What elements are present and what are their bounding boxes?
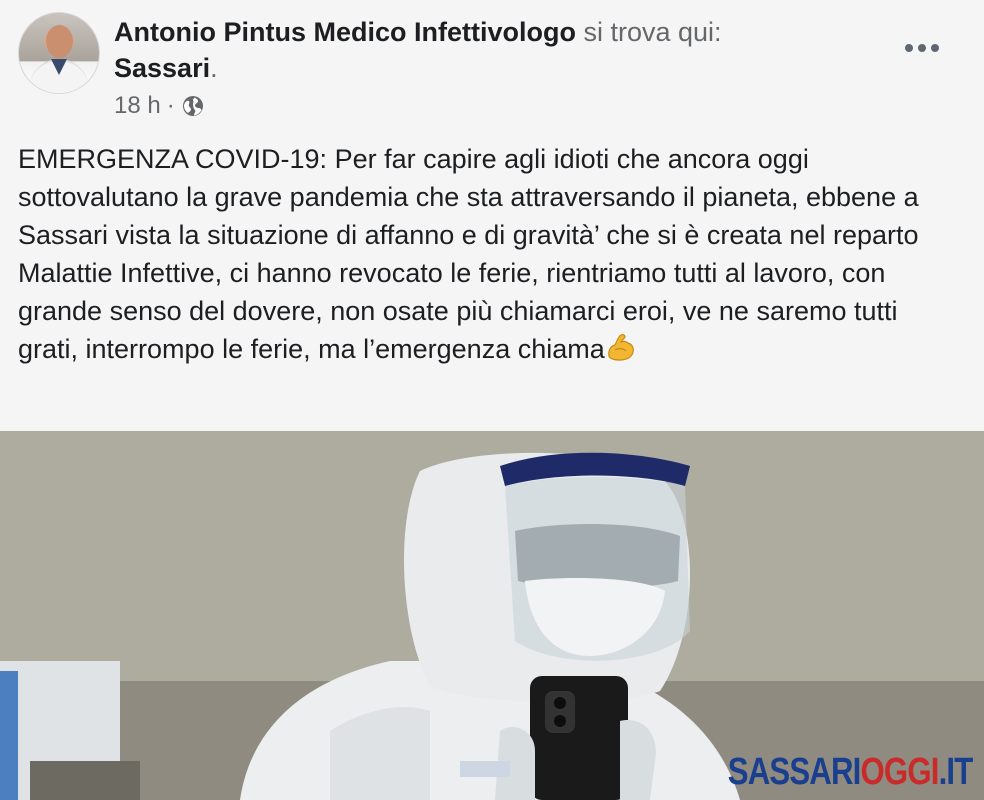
post-header: Antonio Pintus Medico Infettivologo si t…: [0, 0, 984, 130]
flexed-biceps-icon: [605, 332, 637, 362]
avatar-face: [46, 25, 73, 58]
author-line: Antonio Pintus Medico Infettivologo si t…: [114, 14, 874, 86]
post-meta: 18 h ·: [114, 92, 205, 120]
location-suffix: .: [210, 53, 218, 83]
location-prefix: si trova qui:: [583, 17, 722, 47]
watermark-part2: OGGI: [860, 751, 939, 793]
post-text: EMERGENZA COVID-19: Per far capire agli …: [18, 140, 958, 368]
author-name[interactable]: Antonio Pintus Medico Infettivologo: [114, 17, 576, 47]
sassarioggi-watermark: SASSARIOGGI.IT: [727, 751, 973, 793]
post-timestamp[interactable]: 18 h: [114, 92, 161, 120]
globe-icon[interactable]: [181, 94, 205, 118]
meta-separator: ·: [166, 92, 175, 119]
post-body: EMERGENZA COVID-19: Per far capire agli …: [18, 144, 927, 364]
location-link[interactable]: Sassari: [114, 53, 210, 83]
watermark-part1: SASSARI: [727, 751, 861, 793]
more-options-icon[interactable]: [900, 30, 944, 66]
post-photo[interactable]: SASSARIOGGI.IT: [0, 431, 984, 800]
watermark-part3: .IT: [938, 751, 973, 793]
author-avatar[interactable]: [18, 12, 100, 94]
facebook-post: Antonio Pintus Medico Infettivologo si t…: [0, 0, 984, 800]
